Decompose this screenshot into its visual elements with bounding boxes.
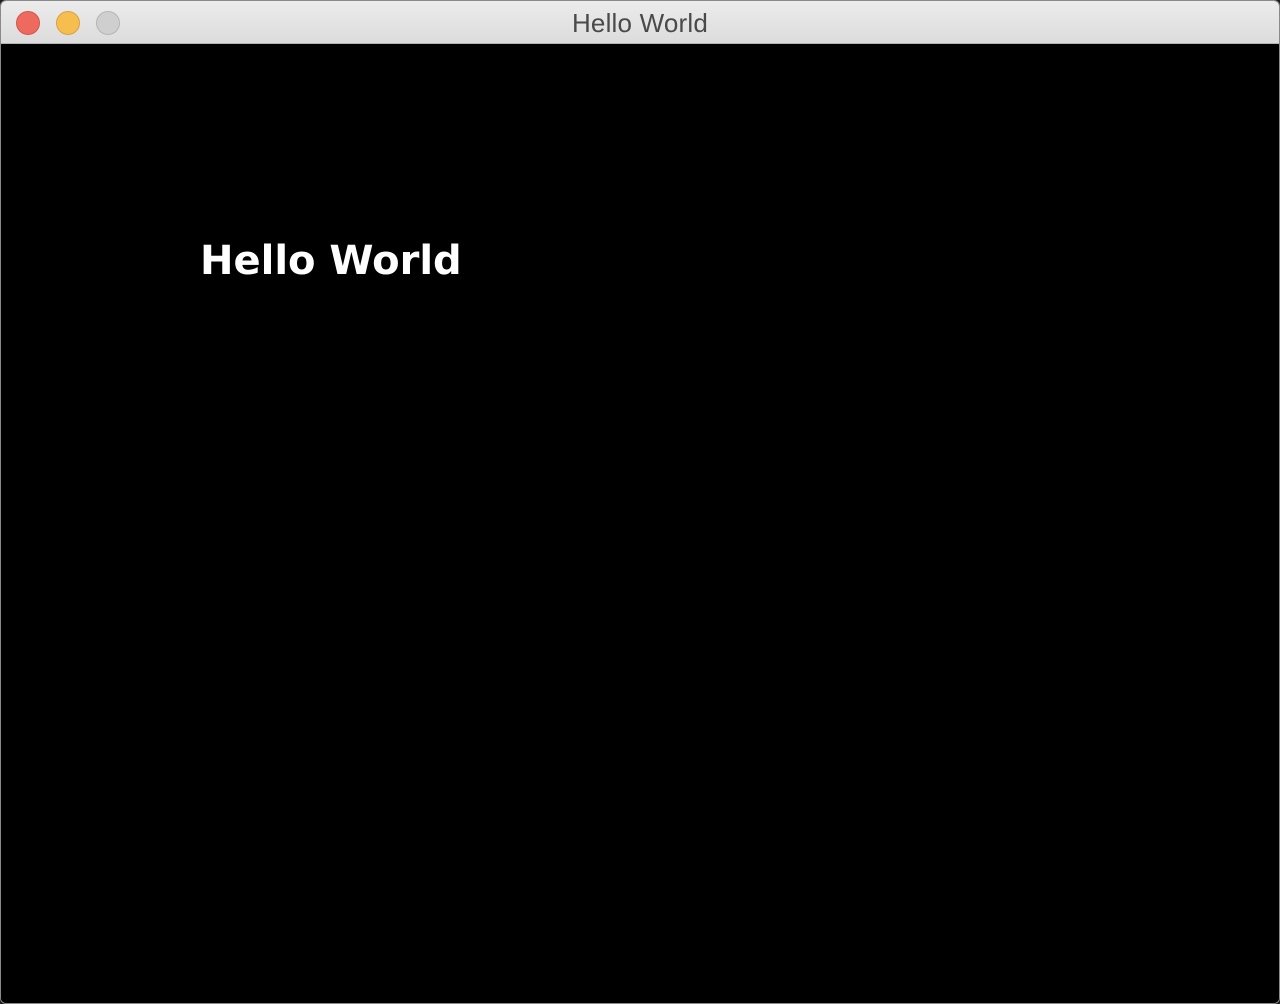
close-window-button[interactable] xyxy=(16,11,40,35)
app-window: Hello World Hello World xyxy=(0,0,1280,1004)
game-canvas[interactable]: Hello World xyxy=(1,44,1279,1003)
window-title: Hello World xyxy=(571,8,709,38)
hello-world-text: Hello World xyxy=(200,238,462,284)
title-bar[interactable]: Hello World xyxy=(1,1,1279,44)
minimize-window-button[interactable] xyxy=(56,11,80,35)
zoom-window-button[interactable] xyxy=(96,11,120,35)
